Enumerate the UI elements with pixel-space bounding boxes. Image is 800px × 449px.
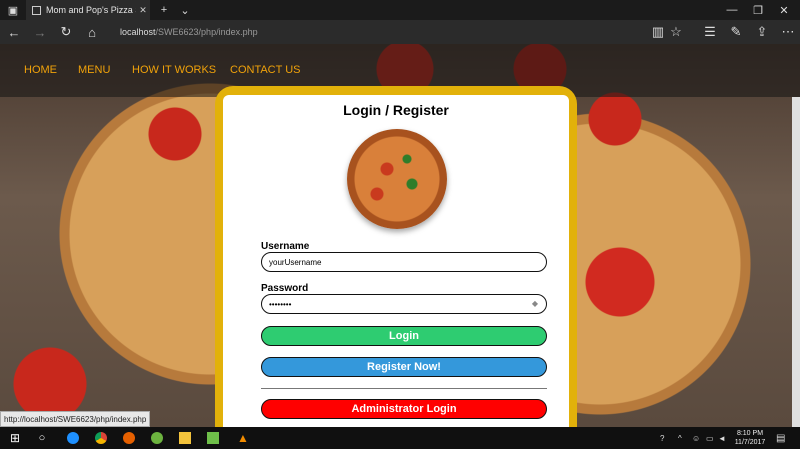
taskbar-clock[interactable]: 8:10 PM 11/7/2017: [730, 429, 770, 447]
page-viewport: HOME MENU HOW IT WORKS CONTACT US Login …: [0, 44, 800, 427]
back-icon[interactable]: ←: [2, 20, 26, 44]
nav-contact-link[interactable]: CONTACT US: [230, 64, 301, 76]
register-button[interactable]: Register Now!: [261, 357, 547, 377]
minimize-icon[interactable]: —: [720, 0, 744, 20]
tab-list-chevron-icon[interactable]: ⌄: [176, 0, 194, 20]
edge-icon[interactable]: [62, 427, 84, 449]
browser-tab[interactable]: Mom and Pop's Pizza Sl ✕: [26, 0, 150, 20]
home-icon[interactable]: ⌂: [80, 20, 104, 44]
cortana-icon[interactable]: ○: [31, 427, 53, 449]
file-explorer-icon[interactable]: [174, 427, 196, 449]
username-field[interactable]: yourUsername: [261, 252, 547, 272]
login-card-body: Login / Register Username yourUsername P…: [223, 95, 569, 427]
chrome-icon[interactable]: [90, 427, 112, 449]
status-url-tooltip: http://localhost/SWE6623/php/index.php: [0, 411, 151, 427]
clock-date: 11/7/2017: [734, 439, 766, 446]
password-value: ••••••••: [269, 299, 292, 309]
people-icon[interactable]: ☺: [692, 427, 700, 449]
admin-login-button[interactable]: Administrator Login: [261, 399, 547, 419]
nav-menu-link[interactable]: MENU: [78, 64, 110, 76]
url-path: /SWE6623/php/index.php: [155, 27, 258, 37]
forward-icon[interactable]: →: [28, 20, 52, 44]
tray-chevron-icon[interactable]: ^: [678, 427, 682, 449]
tab-manager-icon[interactable]: ▣: [2, 0, 24, 20]
start-icon[interactable]: ⊞: [4, 427, 26, 449]
more-menu-icon[interactable]: ⋯: [776, 20, 800, 44]
favorites-hub-icon[interactable]: ☰: [698, 20, 722, 44]
page-scrollbar[interactable]: [792, 97, 800, 427]
close-tab-icon[interactable]: ✕: [136, 5, 150, 16]
favorite-star-icon[interactable]: ☆: [664, 20, 688, 44]
maximize-icon[interactable]: ❐: [746, 0, 770, 20]
volume-icon[interactable]: ◄: [718, 427, 726, 449]
notifications-icon[interactable]: ▤: [776, 427, 785, 449]
clock-time: 8:10 PM: [736, 430, 764, 437]
reveal-password-icon[interactable]: ◆: [532, 299, 538, 308]
torrent-icon[interactable]: [146, 427, 168, 449]
notepad-icon[interactable]: [202, 427, 224, 449]
divider: [261, 388, 547, 389]
password-field[interactable]: •••••••• ◆: [261, 294, 547, 314]
nav-how-it-works-link[interactable]: HOW IT WORKS: [132, 64, 216, 76]
firefox-icon[interactable]: [118, 427, 140, 449]
login-card: Login / Register Username yourUsername P…: [215, 86, 577, 427]
password-label: Password: [261, 283, 309, 294]
tab-favicon-icon: [32, 5, 41, 15]
web-note-icon[interactable]: ✎: [724, 20, 748, 44]
nav-home-link[interactable]: HOME: [24, 64, 57, 76]
refresh-icon[interactable]: ↻: [54, 20, 78, 44]
tab-title: Mom and Pop's Pizza Sl: [46, 5, 136, 15]
new-tab-icon[interactable]: +: [155, 0, 173, 20]
help-icon[interactable]: ?: [660, 427, 664, 449]
pizza-image: [347, 129, 447, 229]
username-label: Username: [261, 241, 310, 252]
username-value: yourUsername: [269, 257, 322, 267]
url-field[interactable]: localhost/SWE6623/php/index.php: [110, 22, 650, 42]
login-button[interactable]: Login: [261, 326, 547, 346]
network-icon[interactable]: ▭: [706, 427, 714, 449]
share-icon[interactable]: ⇪: [750, 20, 774, 44]
window-close-icon[interactable]: ✕: [772, 0, 796, 20]
card-title: Login / Register: [343, 102, 449, 118]
vlc-icon[interactable]: ▲: [232, 427, 254, 449]
url-host: localhost: [120, 27, 156, 37]
